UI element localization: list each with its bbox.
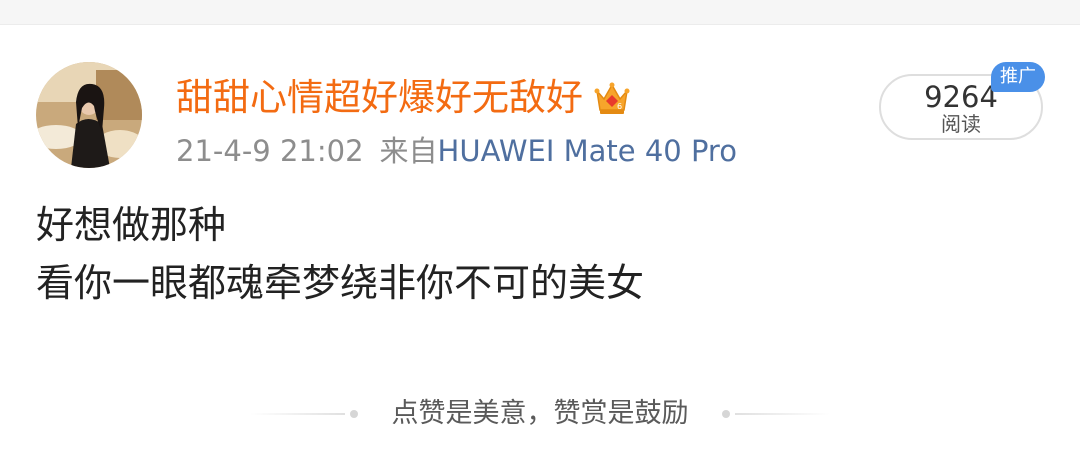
crown-vip-icon[interactable]: 6 — [593, 79, 631, 117]
promo-badge[interactable]: 推广 — [991, 62, 1045, 92]
avatar[interactable] — [36, 62, 142, 168]
read-label: 阅读 — [941, 112, 981, 136]
svg-text:6: 6 — [617, 102, 622, 111]
reward-dot-right — [722, 410, 730, 418]
source-prefix: 来自 — [379, 134, 438, 168]
post-timestamp: 21-4-9 21:02 — [176, 134, 364, 168]
reward-divider-right — [735, 413, 830, 415]
post-text-line: 看你一眼都魂牵梦绕非你不可的美女 — [36, 261, 645, 305]
top-divider-strip — [0, 0, 1080, 25]
author-name-text[interactable]: 甜甜心情超好爆好无敌好 — [176, 76, 583, 120]
post-meta: 21-4-9 21:02 来自HUAWEI Mate 40 Pro — [176, 132, 737, 170]
post-body: 好想做那种 看你一眼都魂牵梦绕非你不可的美女 — [36, 196, 644, 312]
author-name[interactable]: 甜甜心情超好爆好无敌好 6 — [176, 76, 631, 120]
source-device-link[interactable]: HUAWEI Mate 40 Pro — [438, 134, 737, 168]
reward-prompt-row: 点赞是美意，赞赏是鼓励 — [250, 394, 830, 434]
avatar-photo — [36, 62, 142, 168]
post-text-line: 好想做那种 — [36, 203, 227, 247]
